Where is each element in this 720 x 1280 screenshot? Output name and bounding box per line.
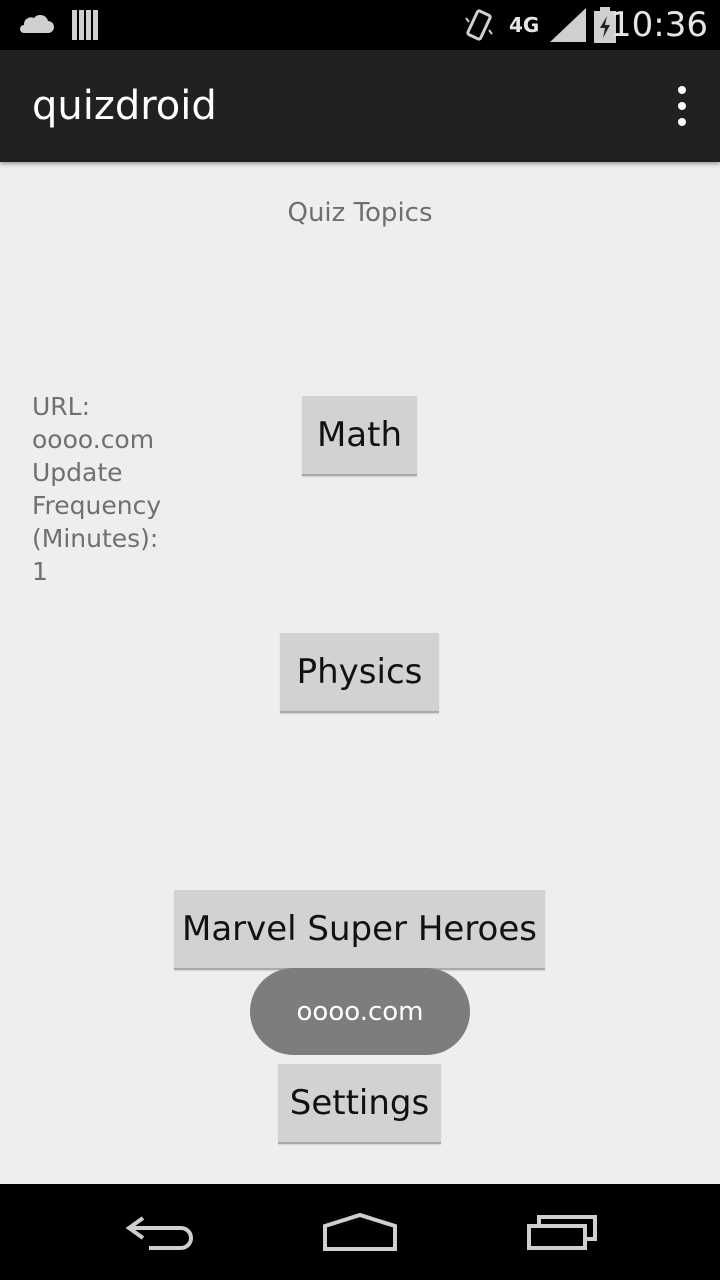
topic-button-physics[interactable]: Physics	[280, 633, 439, 713]
status-time: 10:36	[610, 5, 708, 45]
signal-icon	[550, 0, 586, 50]
settings-info: URL: oooo.com Update Frequency (Minutes)…	[32, 390, 192, 588]
info-line: Frequency	[32, 491, 162, 520]
toast-message: oooo.com	[250, 968, 470, 1055]
app-title: quizdroid	[32, 83, 217, 129]
vibrate-icon	[464, 0, 494, 50]
info-line: (Minutes):	[32, 524, 159, 553]
overflow-menu-icon[interactable]	[674, 86, 690, 126]
app-bar: quizdroid	[0, 50, 720, 162]
main-content: Quiz Topics URL: oooo.com Update Frequen…	[0, 162, 720, 1184]
topic-button-marvel[interactable]: Marvel Super Heroes	[174, 890, 545, 970]
info-line: URL:	[32, 392, 91, 421]
page-title: Quiz Topics	[287, 198, 433, 228]
cloud-icon	[18, 0, 54, 50]
settings-button[interactable]: Settings	[278, 1064, 441, 1144]
network-type: 4G	[509, 13, 540, 37]
back-icon[interactable]	[110, 1202, 210, 1262]
info-line: oooo.com	[32, 425, 155, 454]
info-line: 1	[32, 557, 48, 586]
navigation-bar	[0, 1184, 720, 1280]
home-icon[interactable]	[310, 1202, 410, 1262]
status-bar: 4G 10:36	[0, 0, 720, 50]
recents-icon[interactable]	[512, 1202, 612, 1262]
info-line: Update	[32, 458, 123, 487]
topic-button-math[interactable]: Math	[302, 396, 417, 476]
storage-icon	[72, 0, 98, 50]
